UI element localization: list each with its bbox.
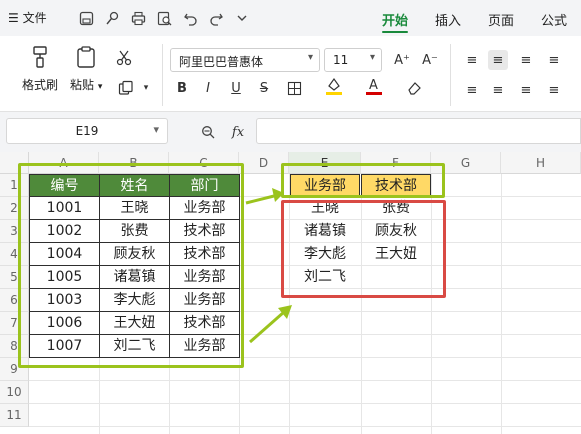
align-bottom-icon[interactable]: ≡ <box>516 50 536 70</box>
tab-home[interactable]: 开始 <box>382 10 408 29</box>
print-preview-icon[interactable] <box>154 8 174 28</box>
column-header-h[interactable]: H <box>501 152 581 174</box>
scissors-icon[interactable] <box>114 48 134 68</box>
bold-button[interactable]: B <box>172 78 192 98</box>
align-top-icon[interactable]: ≡ <box>462 50 482 70</box>
gridline <box>29 380 581 381</box>
fill-color-icon[interactable] <box>324 76 344 96</box>
arrow-annotations <box>245 188 292 344</box>
gridline <box>29 403 581 404</box>
copy-icon[interactable] <box>116 78 136 98</box>
grow-font-button[interactable]: A⁺ <box>392 50 412 70</box>
font-size-value: 11 <box>333 53 349 67</box>
paste-label: 粘贴 <box>70 78 95 92</box>
fx-button[interactable]: fx <box>228 122 248 142</box>
row-header-11[interactable]: 11 <box>0 404 29 427</box>
spreadsheet-grid[interactable]: A B C D E F G H 1 2 3 4 5 6 7 8 9 10 11 … <box>0 152 581 434</box>
result-highlight-box <box>281 200 446 298</box>
wrap-icon[interactable]: ≡ <box>544 50 564 70</box>
shrink-font-button[interactable]: A⁻ <box>420 50 440 70</box>
arrow-line-upper <box>245 194 275 205</box>
gridline <box>29 426 581 427</box>
align-right-icon[interactable]: ≡ <box>516 80 536 100</box>
chevron-down-icon: ▾ <box>369 52 375 63</box>
name-box[interactable]: E19 ▾ <box>6 118 168 144</box>
align-left-icon[interactable]: ≡ <box>462 80 482 100</box>
font-color-icon[interactable]: A <box>364 76 384 96</box>
tab-page[interactable]: 页面 <box>488 10 514 29</box>
file-menu[interactable]: ☰ 文件 <box>8 9 47 26</box>
print-icon[interactable] <box>128 8 148 28</box>
tab-formula[interactable]: 公式 <box>541 10 567 29</box>
cell-reference: E19 <box>75 124 99 138</box>
undo-icon[interactable] <box>180 8 200 28</box>
underline-button[interactable]: U <box>226 78 246 98</box>
magnifier-icon[interactable] <box>198 122 218 142</box>
tab-insert[interactable]: 插入 <box>435 10 461 29</box>
align-middle-icon[interactable]: ≡ <box>488 50 508 70</box>
formula-bar: E19 ▾ fx <box>0 112 581 152</box>
align-center-icon[interactable]: ≡ <box>488 80 508 100</box>
chevron-down-icon[interactable] <box>232 8 252 28</box>
font-size-select[interactable]: 11 ▾ <box>324 48 382 72</box>
formula-input[interactable] <box>256 118 581 144</box>
active-tab-indicator <box>382 31 408 33</box>
border-icon[interactable] <box>284 78 304 98</box>
ribbon: 格式刷 粘贴 ▾ ▾ 阿里巴巴普惠体 ▾ 11 ▾ A⁺ A⁻ B I U S … <box>0 36 581 112</box>
save-icon[interactable] <box>76 8 96 28</box>
divider <box>162 44 163 106</box>
justify-icon[interactable]: ≡ <box>544 80 564 100</box>
title-bar: ☰ 文件 开始 插入 页面 公式 <box>0 0 581 36</box>
font-name-value: 阿里巴巴普惠体 <box>179 55 264 69</box>
font-name-select[interactable]: 阿里巴巴普惠体 ▾ <box>170 48 320 72</box>
copy-dropdown-icon[interactable]: ▾ <box>136 78 156 98</box>
format-painter-icon <box>27 44 53 70</box>
row-header-10[interactable]: 10 <box>0 381 29 404</box>
format-painter-button[interactable]: 格式刷 <box>22 44 58 93</box>
format-painter-icon[interactable] <box>102 8 122 28</box>
italic-button[interactable]: I <box>198 78 218 98</box>
chevron-down-icon: ▾ <box>153 123 159 136</box>
svg-text:A: A <box>369 78 378 93</box>
paste-button[interactable]: 粘贴 ▾ <box>70 44 102 93</box>
chevron-down-icon: ▾ <box>307 52 313 63</box>
redo-icon[interactable] <box>206 8 226 28</box>
source-highlight-box <box>18 163 244 368</box>
arrow-head-upper <box>272 188 284 202</box>
eraser-icon[interactable] <box>404 78 424 98</box>
header-highlight-box <box>281 163 445 198</box>
gridline <box>501 174 502 434</box>
strikethrough-button[interactable]: S <box>254 78 274 98</box>
divider <box>450 44 451 106</box>
format-painter-label: 格式刷 <box>22 78 59 92</box>
clipboard-icon <box>73 44 99 70</box>
arrow-line-lower <box>249 310 285 344</box>
